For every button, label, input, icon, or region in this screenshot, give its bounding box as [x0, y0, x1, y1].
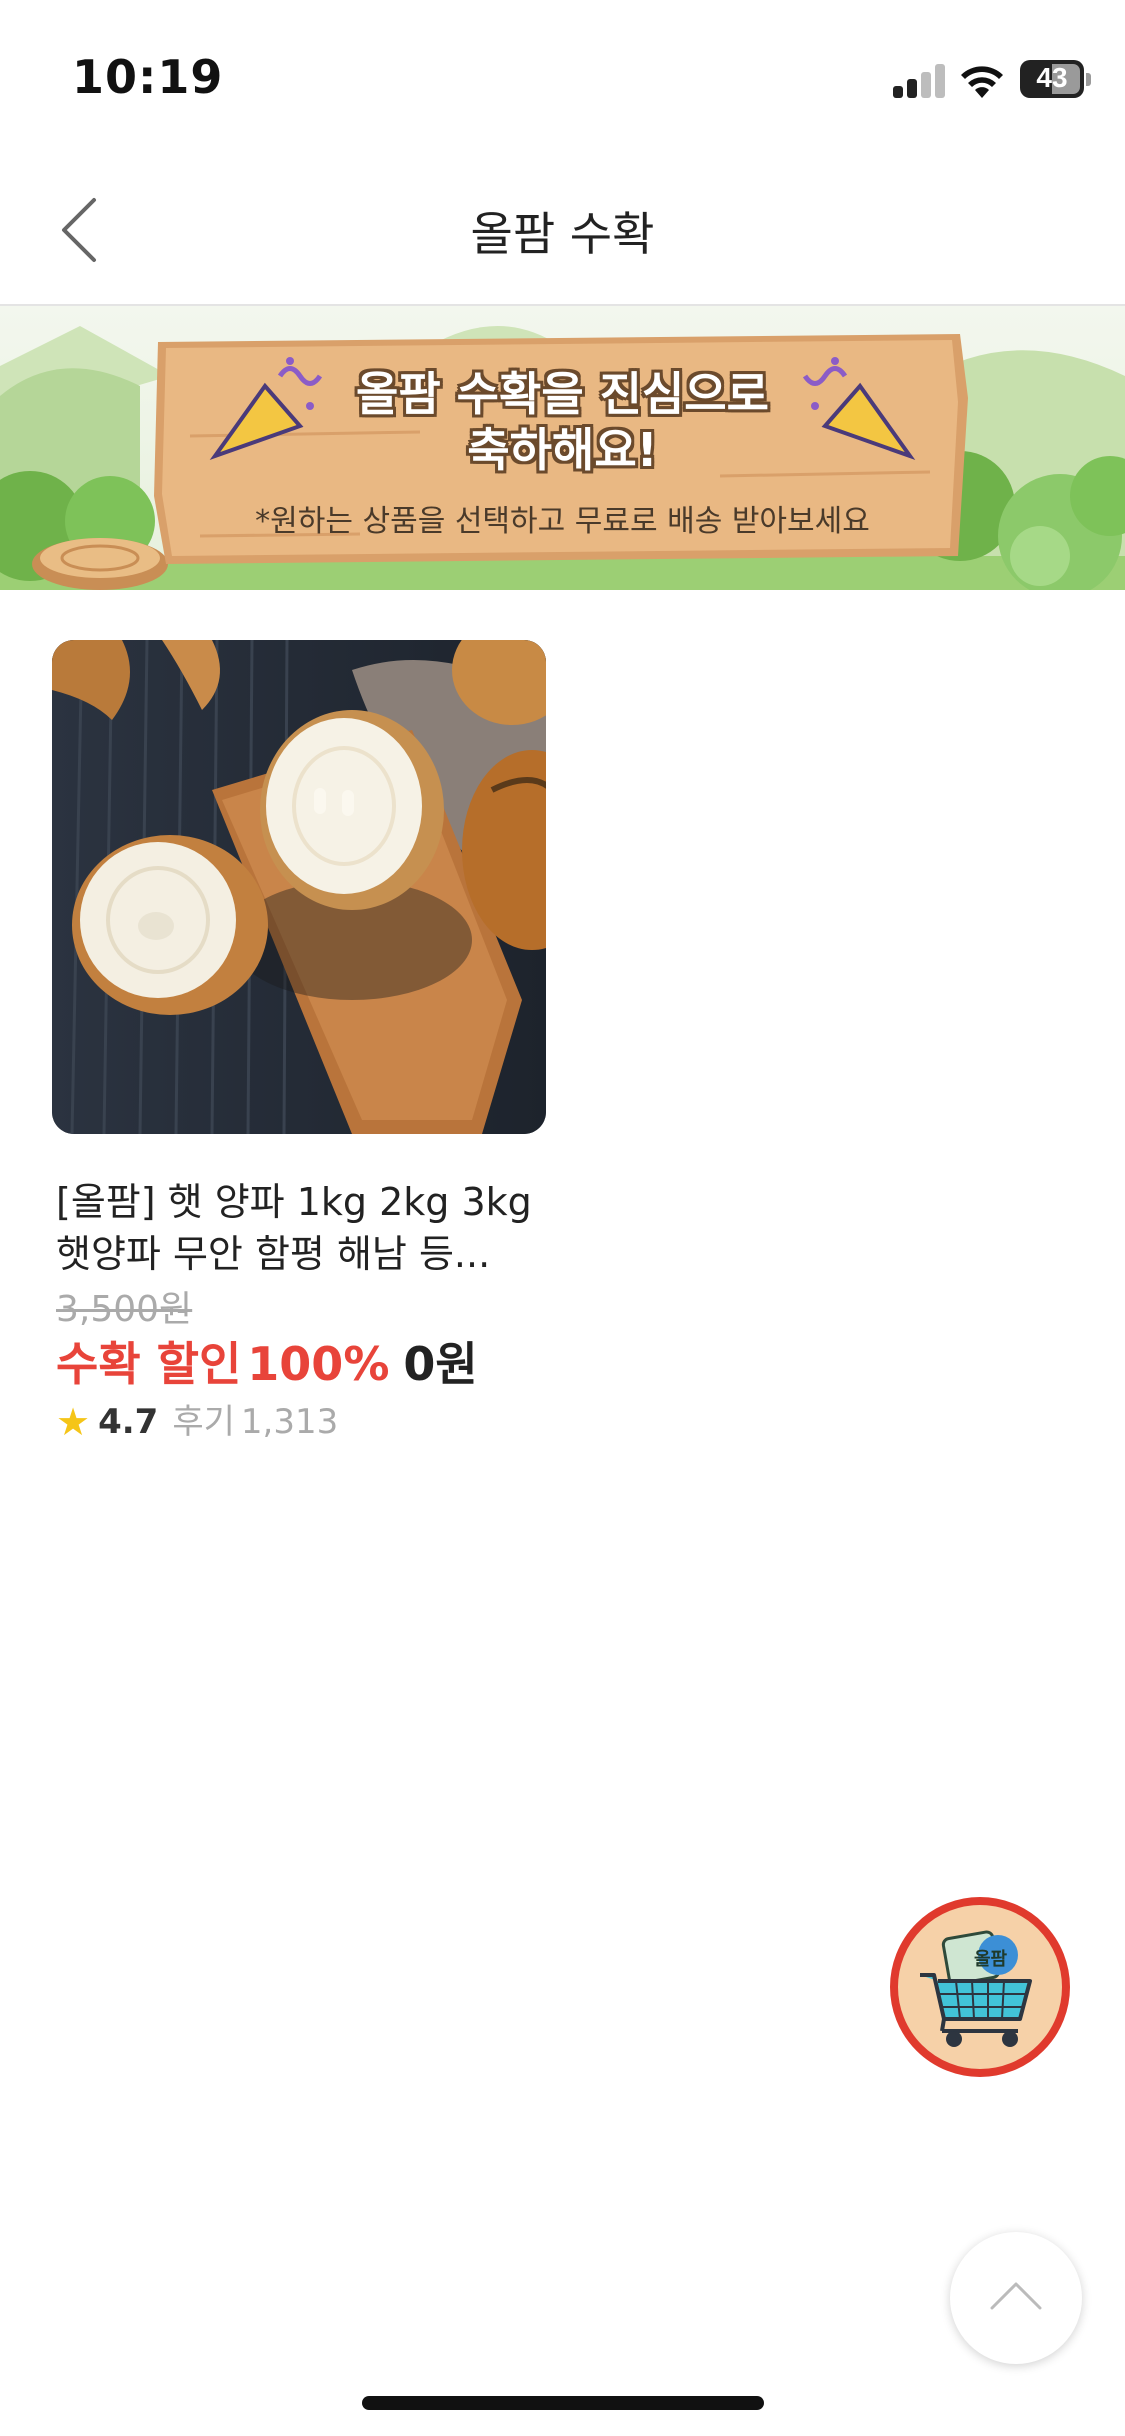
rating-line: ★ 4.7 후기 1,313 [56, 1394, 338, 1444]
price-line: 수확 할인 100% 0원 [56, 1328, 478, 1394]
onion-photo [52, 640, 546, 1134]
nav-bar: 올팜 수확 [0, 150, 1125, 306]
product-image[interactable] [52, 640, 546, 1134]
status-time: 10:19 [72, 50, 224, 104]
wifi-icon [961, 66, 1003, 98]
page-title: 올팜 수확 [470, 207, 655, 261]
review-label: 후기 [172, 1402, 235, 1442]
star-icon: ★ [56, 1400, 91, 1444]
cart-badge-text: 올팜 [974, 1949, 1008, 1970]
review-count: 1,313 [240, 1402, 339, 1442]
banner-title-line-2: 축하해요! [467, 423, 658, 477]
product-name-line-1: [올팜] 햇 양파 1kg 2kg 3kg [56, 1180, 532, 1224]
battery-level: 43 [1036, 62, 1068, 93]
product-name-line-2: 햇양파 무안 함평 해남 등... [56, 1232, 491, 1276]
scroll-to-top-button[interactable] [950, 2232, 1082, 2364]
harvest-banner: 올팜 수확을 진심으로 축하해요! *원하는 상품을 선택하고 무료로 배송 받… [0, 306, 1125, 590]
cart-button[interactable]: 올팜 [890, 1897, 1070, 2077]
banner-subtitle: *원하는 상품을 선택하고 무료로 배송 받아보세요 [255, 504, 870, 539]
battery-icon: 43 [1020, 60, 1091, 100]
banner-title: 올팜 수확을 진심으로 축하해요! [300, 366, 825, 478]
discount-rate: 100% [247, 1337, 390, 1391]
banner-title-line-1: 올팜 수확을 진심으로 [356, 367, 769, 421]
rating-value: 4.7 [98, 1402, 159, 1442]
cart-icon: 올팜 [920, 1930, 1032, 2047]
cellular-signal-icon [893, 64, 945, 98]
original-price: 3,500원 [56, 1289, 193, 1330]
chevron-up-icon [990, 2282, 1042, 2310]
home-indicator [362, 2396, 764, 2410]
status-bar: 10:19 43 [0, 0, 1125, 150]
discount-label: 수확 할인 [56, 1337, 242, 1391]
final-price: 0원 [403, 1337, 478, 1391]
product-name[interactable]: [올팜] 햇 양파 1kg 2kg 3kg 햇양파 무안 함평 해남 등... [56, 1176, 576, 1280]
